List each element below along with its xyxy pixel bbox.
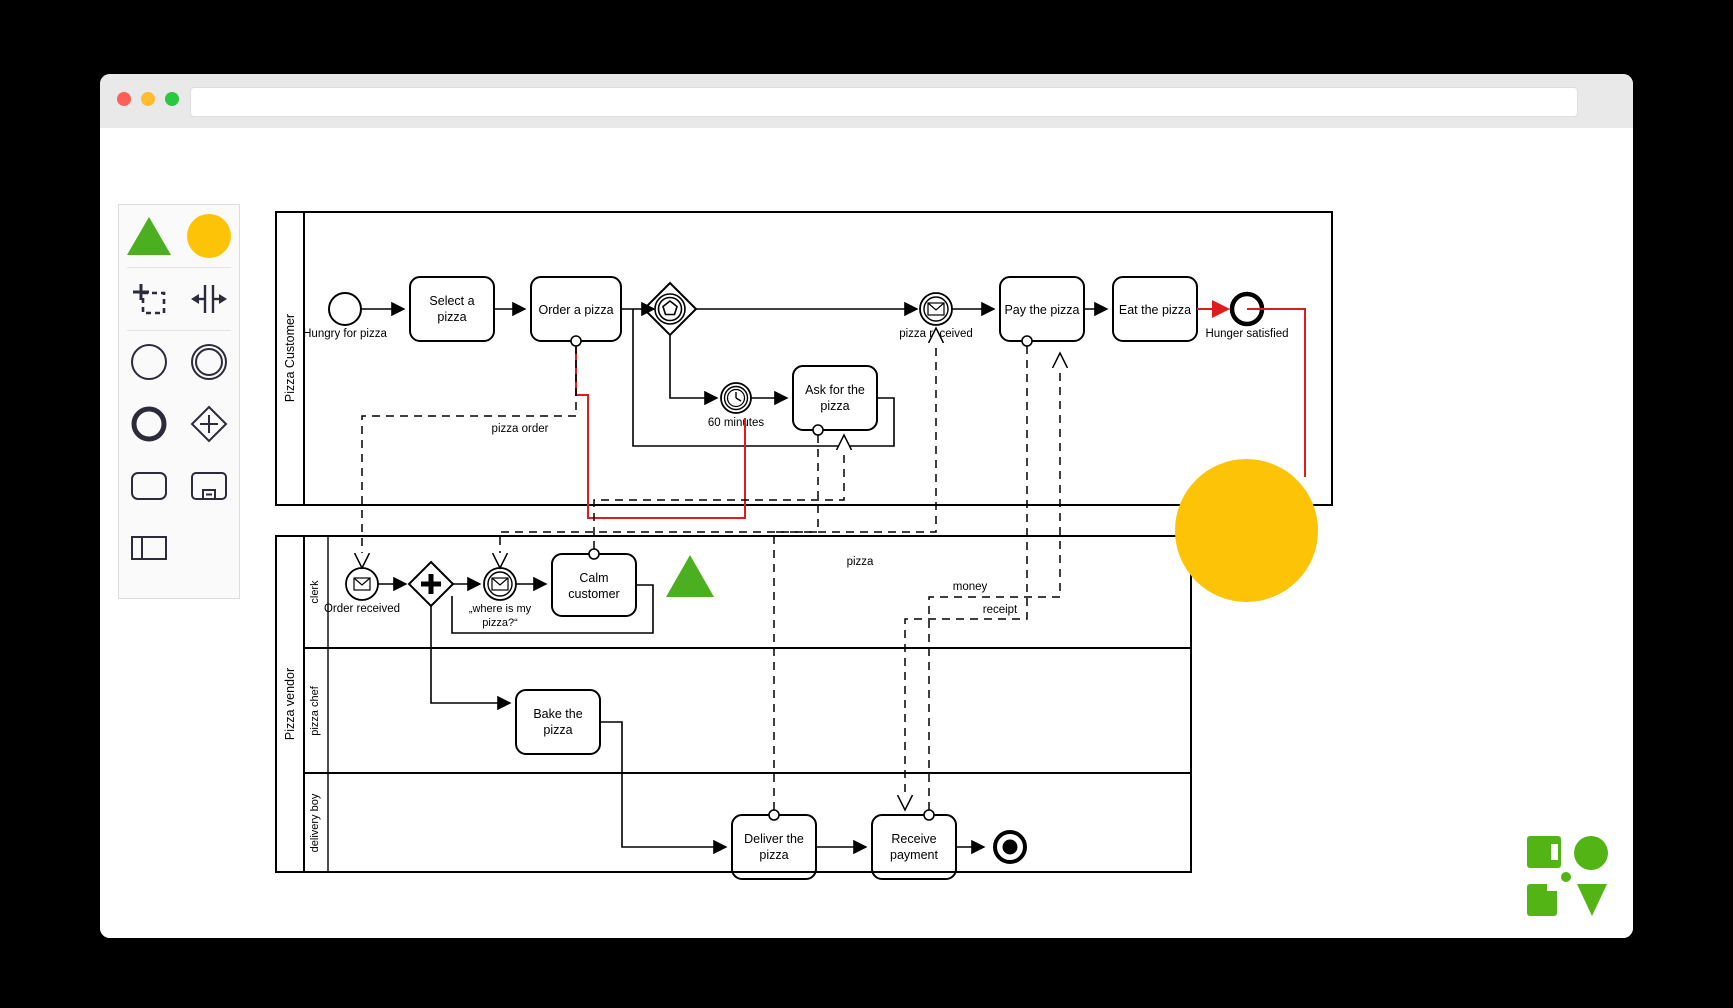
start-event-hungry-label: Hungry for pizza	[303, 328, 387, 340]
ask-for-pizza-outgoing-port	[812, 424, 824, 436]
receive-payment-outgoing-port	[923, 809, 935, 821]
pay-the-pizza-outgoing-port	[1021, 335, 1033, 347]
lane-label-delivery-boy: delivery boy	[309, 793, 321, 852]
end-event-vendor	[993, 830, 1027, 864]
task-select-a-pizza-label-2: pizza	[437, 310, 466, 324]
address-bar[interactable]	[190, 87, 1578, 117]
message-flow-receipt-label: receipt	[983, 604, 1018, 616]
task-calm-customer-label-2: customer	[568, 587, 619, 601]
order-a-pizza-outgoing-port	[570, 335, 582, 347]
space-tool[interactable]	[179, 268, 239, 330]
task-calm-customer	[551, 553, 637, 617]
task-select-a-pizza	[409, 276, 495, 342]
space-tool-icon	[191, 285, 227, 313]
green-triangle-overlay[interactable]	[666, 555, 714, 597]
lasso-select-icon	[133, 284, 166, 315]
browser-window: Pizza Customer Hungry for pizza Select a…	[100, 74, 1633, 938]
message-flow-pizza-order-label: pizza order	[492, 423, 549, 435]
task-ask-for-the-pizza-label-2: pizza	[820, 399, 849, 413]
palette-empty-cell	[179, 517, 239, 579]
palette-row-activities	[119, 455, 239, 517]
task-pay-the-pizza	[999, 276, 1085, 342]
yellow-circle-overlay[interactable]	[1175, 459, 1318, 602]
pool-label-pizza-vendor: Pizza vendor	[283, 668, 297, 740]
timer-event-60-minutes-label: 60 minutes	[708, 417, 765, 429]
end-event-icon	[131, 406, 167, 442]
palette-row-pool	[119, 517, 239, 579]
task-deliver-the-pizza	[731, 814, 817, 880]
intermediate-event-tool[interactable]	[179, 331, 239, 393]
task-deliver-the-pizza-label-2: pizza	[759, 848, 788, 862]
palette-row-events-1	[119, 331, 239, 393]
timer-event-60-minutes	[720, 382, 752, 414]
palette-row-tools	[119, 268, 239, 330]
lane-label-pizza-chef: pizza chef	[309, 685, 321, 735]
subprocess-tool[interactable]	[179, 455, 239, 517]
task-calm-customer-label-1: Calm	[579, 571, 608, 585]
circle-filled-icon	[187, 214, 231, 258]
intermediate-event-icon	[191, 344, 227, 380]
task-select-a-pizza-label-1: Select a	[429, 294, 474, 308]
message-flow-pizza-label: pizza	[847, 556, 874, 568]
lasso-tool[interactable]	[119, 268, 179, 330]
message-event-pizza-received-label: pizza received	[899, 328, 973, 340]
task-eat-the-pizza-label: Eat the pizza	[1119, 303, 1191, 317]
start-event-hungry	[328, 292, 362, 326]
start-event-order-received	[345, 567, 379, 601]
task-bake-the-pizza-label-1: Bake the	[533, 707, 582, 721]
start-event-order-received-label: Order received	[324, 603, 400, 615]
end-event-tool[interactable]	[119, 393, 179, 455]
close-window-button[interactable]	[117, 92, 131, 106]
gateway-tool[interactable]	[179, 393, 239, 455]
pool-tool[interactable]	[119, 517, 179, 579]
screenshot-root: Pizza Customer Hungry for pizza Select a…	[0, 0, 1733, 1008]
end-event-hunger-satisfied-label: Hunger satisfied	[1205, 328, 1288, 340]
pool-label-pizza-customer: Pizza Customer	[283, 314, 297, 402]
tool-palette[interactable]	[118, 204, 240, 599]
task-order-a-pizza	[530, 276, 622, 342]
event-based-gateway	[642, 281, 698, 337]
message-event-where-is-my-pizza-label-1: „where is my	[469, 603, 532, 615]
task-receive-payment	[871, 814, 957, 880]
calm-customer-outgoing-port	[588, 548, 600, 560]
parallel-gateway	[407, 560, 455, 608]
task-order-a-pizza-label: Order a pizza	[538, 303, 613, 317]
task-bake-the-pizza	[515, 689, 601, 755]
start-event-tool[interactable]	[119, 331, 179, 393]
task-receive-payment-label-1: Receive	[891, 832, 936, 846]
task-eat-the-pizza	[1112, 276, 1198, 342]
minimize-window-button[interactable]	[141, 92, 155, 106]
editor-canvas[interactable]: Pizza Customer Hungry for pizza Select a…	[100, 128, 1633, 938]
bpmn-diagram[interactable]: Pizza Customer Hungry for pizza Select a…	[100, 128, 1633, 938]
lane-label-clerk: clerk	[309, 580, 321, 604]
task-bake-the-pizza-label-2: pizza	[543, 723, 572, 737]
browser-titlebar	[100, 74, 1633, 129]
message-event-where-is-my-pizza-label-2: pizza?“	[482, 617, 518, 629]
task-icon	[131, 472, 167, 500]
bpmn-io-logo	[1527, 836, 1608, 916]
message-event-where-is-my-pizza	[483, 567, 517, 601]
pool-icon	[131, 536, 167, 560]
task-deliver-the-pizza-label-1: Deliver the	[744, 832, 804, 846]
task-ask-for-the-pizza-label-1: Ask for the	[805, 383, 865, 397]
start-event-icon	[131, 344, 167, 380]
green-triangle-tool[interactable]	[119, 205, 179, 267]
gateway-icon	[190, 405, 228, 443]
maximize-window-button[interactable]	[165, 92, 179, 106]
task-ask-for-the-pizza	[792, 365, 878, 431]
task-pay-the-pizza-label: Pay the pizza	[1004, 303, 1079, 317]
palette-row-events-2	[119, 393, 239, 455]
end-event-hunger-satisfied	[1229, 291, 1265, 327]
task-tool[interactable]	[119, 455, 179, 517]
message-event-pizza-received	[919, 292, 953, 326]
message-flow-money-label: money	[953, 581, 988, 593]
palette-row-shapes	[119, 205, 239, 267]
subprocess-icon	[191, 472, 227, 500]
triangle-icon	[127, 217, 171, 255]
task-receive-payment-label-2: payment	[890, 848, 938, 862]
deliver-the-pizza-outgoing-port	[768, 809, 780, 821]
yellow-circle-tool[interactable]	[179, 205, 239, 267]
